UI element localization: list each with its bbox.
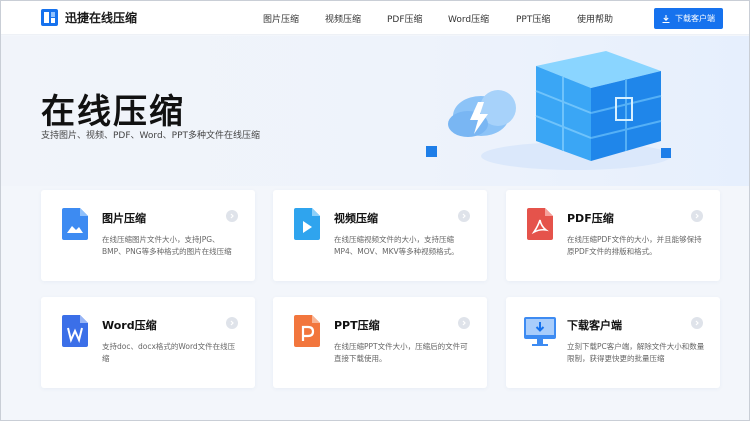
page-subtitle: 支持图片、视频、PDF、Word、PPT多种文件在线压缩 (41, 131, 261, 141)
nav-item-image[interactable]: 图片压缩 (263, 12, 299, 25)
arrow-right-icon[interactable] (691, 317, 703, 329)
card-word-compress[interactable]: Word压缩 支持doc、docx格式的Word文件在线压缩 (41, 297, 255, 388)
card-title: 视频压缩 (334, 212, 378, 225)
card-description: 在线压缩PDF文件的大小，并且能够保持原PDF文件的排版和格式。 (567, 235, 702, 256)
download-icon (662, 14, 670, 23)
card-description: 在线压缩PPT文件大小，压缩后的文件可直接下载使用。 (334, 342, 468, 363)
card-title: 图片压缩 (102, 212, 146, 225)
card-title: 下载客户端 (567, 319, 622, 332)
card-ppt-compress[interactable]: PPT压缩 在线压缩PPT文件大小，压缩后的文件可直接下载使用。 (273, 297, 487, 388)
card-title: PDF压缩 (567, 212, 614, 225)
cloud-lightning-icon (448, 90, 516, 137)
page-title: 在线压缩 (41, 92, 185, 132)
arrow-right-icon[interactable] (458, 210, 470, 222)
nav-item-word[interactable]: Word压缩 (448, 12, 489, 25)
arrow-right-icon[interactable] (226, 210, 238, 222)
hero-banner: 在线压缩 支持图片、视频、PDF、Word、PPT多种文件在线压缩 (1, 36, 749, 186)
card-video-compress[interactable]: 视频压缩 在线压缩视频文件的大小，支持压缩MP4、MOV、MKV等多种视频格式。 (273, 190, 487, 281)
arrow-right-icon[interactable] (458, 317, 470, 329)
arrow-right-icon[interactable] (226, 317, 238, 329)
card-title: Word压缩 (102, 319, 157, 332)
download-button-label: 下载客户端 (675, 14, 715, 23)
card-image-compress[interactable]: 图片压缩 在线压缩图片文件大小，支持JPG、BMP、PNG等多种格式的图片在线压… (41, 190, 255, 281)
word-file-icon (62, 315, 88, 347)
image-file-icon (62, 208, 88, 240)
main-nav: 图片压缩 视频压缩 PDF压缩 Word压缩 PPT压缩 使用帮助 (1, 1, 749, 35)
nav-item-pdf[interactable]: PDF压缩 (387, 12, 423, 25)
card-description: 支持doc、docx格式的Word文件在线压缩 (102, 342, 236, 363)
ppt-file-icon (294, 315, 320, 347)
nav-item-ppt[interactable]: PPT压缩 (516, 12, 550, 25)
video-file-icon (294, 208, 320, 240)
nav-item-video[interactable]: 视频压缩 (325, 12, 361, 25)
card-download-client[interactable]: 下载客户端 立刻下载PC客户端，解除文件大小和数量限制，获得更快更的批量压缩 (506, 297, 720, 388)
card-description: 在线压缩图片文件大小，支持JPG、BMP、PNG等多种格式的图片在线压缩 (102, 235, 232, 256)
card-title: PPT压缩 (334, 319, 380, 332)
card-pdf-compress[interactable]: PDF压缩 在线压缩PDF文件的大小，并且能够保持原PDF文件的排版和格式。 (506, 190, 720, 281)
card-description: 在线压缩视频文件的大小，支持压缩MP4、MOV、MKV等多种视频格式。 (334, 235, 459, 256)
arrow-right-icon[interactable] (691, 210, 703, 222)
pdf-file-icon (527, 208, 553, 240)
desktop-download-icon (524, 317, 556, 346)
top-navigation-bar: 迅捷在线压缩 图片压缩 视频压缩 PDF压缩 Word压缩 PPT压缩 使用帮助… (1, 1, 749, 35)
card-description: 立刻下载PC客户端，解除文件大小和数量限制，获得更快更的批量压缩 (567, 342, 705, 363)
hero-cube-illustration (426, 51, 671, 170)
download-client-button[interactable]: 下载客户端 (654, 8, 723, 29)
nav-item-help[interactable]: 使用帮助 (577, 12, 613, 25)
